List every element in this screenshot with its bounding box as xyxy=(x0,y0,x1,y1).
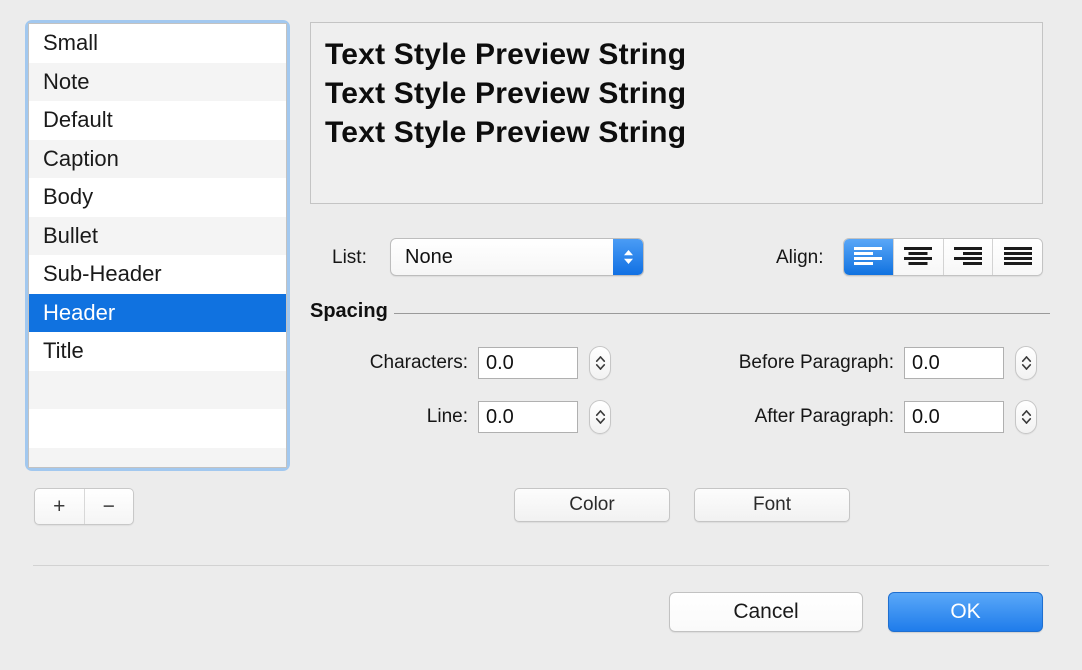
list-label: List: xyxy=(332,247,367,268)
after-paragraph-stepper[interactable] xyxy=(1015,400,1037,434)
preview-line: Text Style Preview String xyxy=(325,77,687,110)
line-spacing-field: Line: xyxy=(338,400,611,434)
style-list-focus-ring: Small Note Default Caption Body Bullet S… xyxy=(25,20,290,471)
add-style-button[interactable]: + xyxy=(35,489,85,524)
stepper-chevrons-icon xyxy=(595,410,605,424)
before-paragraph-label: Before Paragraph: xyxy=(738,352,894,373)
bottom-divider xyxy=(33,565,1049,566)
list-item[interactable]: Caption xyxy=(29,139,286,178)
cancel-button[interactable]: Cancel xyxy=(669,592,863,632)
list-item-empty xyxy=(29,370,286,409)
line-input[interactable] xyxy=(478,401,578,433)
color-button[interactable]: Color xyxy=(514,488,670,522)
chevron-up-down-icon xyxy=(613,239,643,275)
remove-style-button[interactable]: − xyxy=(85,489,134,524)
list-item[interactable]: Bullet xyxy=(29,216,286,255)
list-add-remove-segmented-control[interactable]: + − xyxy=(34,488,134,525)
align-label: Align: xyxy=(776,247,824,268)
preview-line: Text Style Preview String xyxy=(325,38,687,71)
align-left-icon xyxy=(854,247,883,265)
list-item-selected[interactable]: Header xyxy=(29,293,286,332)
list-item-empty xyxy=(29,409,286,448)
list-popup-value: None xyxy=(405,245,453,268)
align-right-icon xyxy=(953,247,982,265)
characters-stepper[interactable] xyxy=(589,346,611,380)
list-popup-button[interactable]: None xyxy=(390,238,644,276)
spacing-title: Spacing xyxy=(310,300,388,322)
preview-line: Text Style Preview String xyxy=(325,116,687,149)
characters-label: Characters: xyxy=(369,352,468,373)
before-paragraph-stepper[interactable] xyxy=(1015,346,1037,380)
stepper-chevrons-icon xyxy=(1021,410,1031,424)
style-list[interactable]: Small Note Default Caption Body Bullet S… xyxy=(28,23,287,468)
align-segmented-control[interactable] xyxy=(843,238,1043,276)
align-justify-button[interactable] xyxy=(993,239,1042,275)
line-label: Line: xyxy=(426,406,468,427)
before-paragraph-input[interactable] xyxy=(904,347,1004,379)
spacing-rule xyxy=(393,312,1050,314)
font-button[interactable]: Font xyxy=(694,488,850,522)
characters-spacing-field: Characters: xyxy=(338,346,611,380)
after-paragraph-field: After Paragraph: xyxy=(694,400,1037,434)
before-paragraph-field: Before Paragraph: xyxy=(694,346,1037,380)
list-item[interactable]: Default xyxy=(29,101,286,140)
align-center-icon xyxy=(904,247,933,265)
list-item[interactable]: Small xyxy=(29,24,286,63)
align-left-button[interactable] xyxy=(844,239,894,275)
spacing-group-header: Spacing xyxy=(310,300,1050,323)
list-and-align-row: List: None Align: xyxy=(310,238,1043,278)
list-item[interactable]: Note xyxy=(29,62,286,101)
after-paragraph-label: After Paragraph: xyxy=(754,406,894,427)
ok-button[interactable]: OK xyxy=(888,592,1043,632)
stepper-chevrons-icon xyxy=(595,356,605,370)
align-center-button[interactable] xyxy=(893,239,944,275)
characters-input[interactable] xyxy=(478,347,578,379)
align-justify-icon xyxy=(1003,247,1032,265)
after-paragraph-input[interactable] xyxy=(904,401,1004,433)
list-item[interactable]: Body xyxy=(29,178,286,217)
text-style-preview-box: Text Style Preview String Text Style Pre… xyxy=(310,22,1043,204)
stepper-chevrons-icon xyxy=(1021,356,1031,370)
list-item[interactable]: Sub-Header xyxy=(29,255,286,294)
align-right-button[interactable] xyxy=(943,239,994,275)
list-item[interactable]: Title xyxy=(29,332,286,371)
list-item-empty xyxy=(29,447,286,467)
line-stepper[interactable] xyxy=(589,400,611,434)
